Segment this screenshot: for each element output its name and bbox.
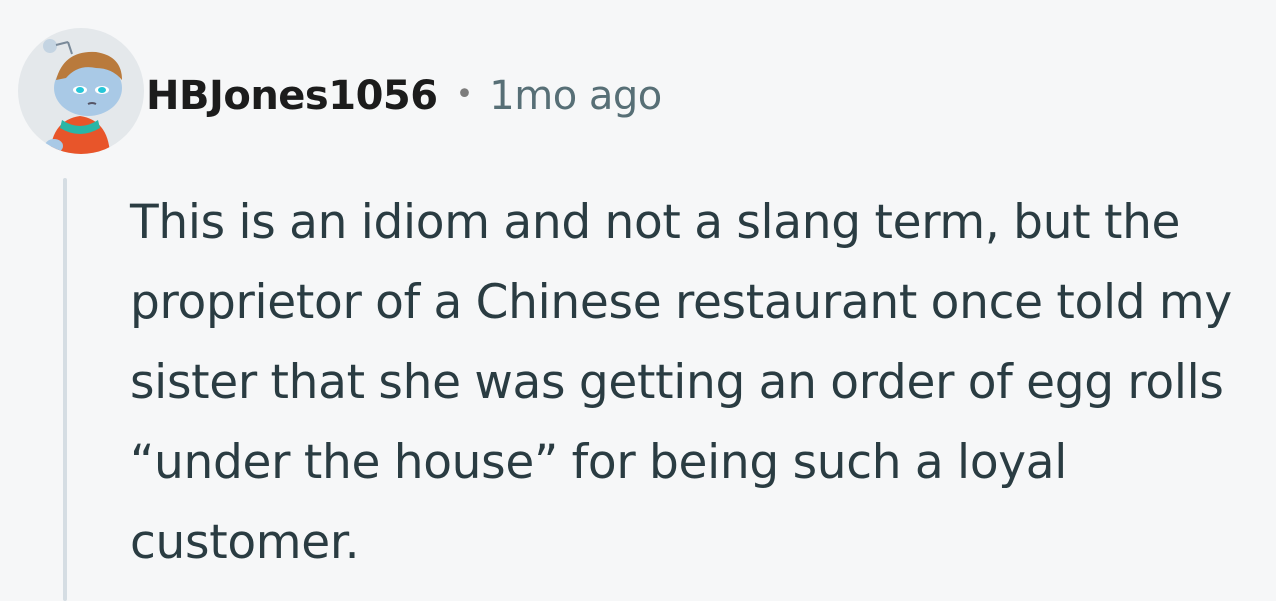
timestamp[interactable]: 1mo ago: [489, 73, 662, 119]
comment: HBJones1056 • 1mo ago This is an idiom a…: [0, 0, 1276, 601]
comment-header: HBJones1056 • 1mo ago: [146, 66, 662, 126]
thread-collapse-line[interactable]: [63, 178, 67, 601]
snoo-avatar-icon: [18, 28, 144, 154]
user-avatar[interactable]: [18, 28, 144, 154]
comment-body: This is an idiom and not a slang term, b…: [130, 183, 1270, 583]
username-link[interactable]: HBJones1056: [146, 73, 438, 119]
separator-dot: •: [455, 76, 474, 112]
comment-text: This is an idiom and not a slang term, b…: [130, 195, 1232, 570]
